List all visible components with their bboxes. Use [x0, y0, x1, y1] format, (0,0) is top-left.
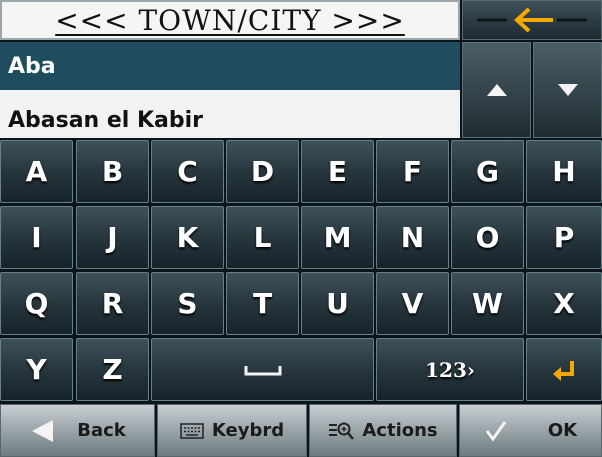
key-w[interactable]: W	[451, 272, 524, 335]
key-j[interactable]: J	[76, 206, 149, 269]
on-screen-keyboard: A B C D E F G H I J K L M N O P Q R S T …	[0, 140, 602, 402]
space-bar-icon	[244, 365, 281, 375]
keyboard-button-label: Keybrd	[211, 420, 285, 441]
ok-button[interactable]: OK	[459, 404, 602, 457]
search-title-field[interactable]: <<< TOWN/CITY >>>	[0, 0, 460, 40]
keyboard-button[interactable]: Keybrd	[157, 404, 307, 457]
key-l[interactable]: L	[226, 206, 299, 269]
key-s[interactable]: S	[151, 272, 224, 335]
key-f[interactable]: F	[376, 140, 449, 203]
key-k[interactable]: K	[151, 206, 224, 269]
ok-button-label: OK	[547, 420, 578, 441]
actions-button-label: Actions	[362, 420, 438, 441]
enter-key[interactable]	[526, 338, 602, 401]
key-a[interactable]: A	[0, 140, 73, 203]
list-item[interactable]: Abasan el Kabir	[0, 96, 460, 138]
enter-icon	[553, 360, 574, 381]
key-v[interactable]: V	[376, 272, 449, 335]
space-key[interactable]	[151, 338, 374, 401]
key-c[interactable]: C	[151, 140, 224, 203]
scroll-up-button[interactable]	[462, 42, 531, 138]
key-z[interactable]: Z	[76, 338, 149, 401]
actions-button[interactable]: Actions	[309, 404, 457, 457]
back-button-label: Back	[77, 420, 126, 441]
key-t[interactable]: T	[226, 272, 299, 335]
left-arrow-icon	[477, 7, 587, 33]
scroll-down-button[interactable]	[533, 42, 602, 138]
key-x[interactable]: X	[526, 272, 602, 335]
backspace-button[interactable]	[462, 0, 602, 40]
key-r[interactable]: R	[76, 272, 149, 335]
triangle-down-icon	[557, 84, 578, 96]
key-h[interactable]: H	[526, 140, 602, 203]
list-zoom-icon	[329, 422, 355, 440]
key-b[interactable]: B	[76, 140, 149, 203]
numeric-mode-key[interactable]: 123›	[376, 338, 524, 401]
list-item-label: Abasan el Kabir	[8, 107, 204, 133]
checkmark-icon	[485, 420, 507, 442]
key-y[interactable]: Y	[0, 338, 73, 401]
bottom-toolbar: Back Keybrd Actions OK	[0, 404, 602, 457]
list-item[interactable]: Aba	[0, 42, 460, 90]
key-o[interactable]: O	[451, 206, 524, 269]
key-e[interactable]: E	[301, 140, 374, 203]
results-list: Aba Abasan el Kabir	[0, 42, 460, 138]
key-p[interactable]: P	[526, 206, 602, 269]
key-q[interactable]: Q	[0, 272, 73, 335]
list-item-label: Aba	[8, 53, 56, 79]
keyboard-icon	[180, 422, 204, 439]
key-u[interactable]: U	[301, 272, 374, 335]
key-i[interactable]: I	[0, 206, 73, 269]
key-d[interactable]: D	[226, 140, 299, 203]
key-g[interactable]: G	[451, 140, 524, 203]
back-button[interactable]: Back	[0, 404, 155, 457]
triangle-up-icon	[486, 84, 507, 96]
key-n[interactable]: N	[376, 206, 449, 269]
back-triangle-icon	[32, 419, 54, 442]
search-title-label: <<< TOWN/CITY >>>	[55, 3, 405, 37]
key-m[interactable]: M	[301, 206, 374, 269]
